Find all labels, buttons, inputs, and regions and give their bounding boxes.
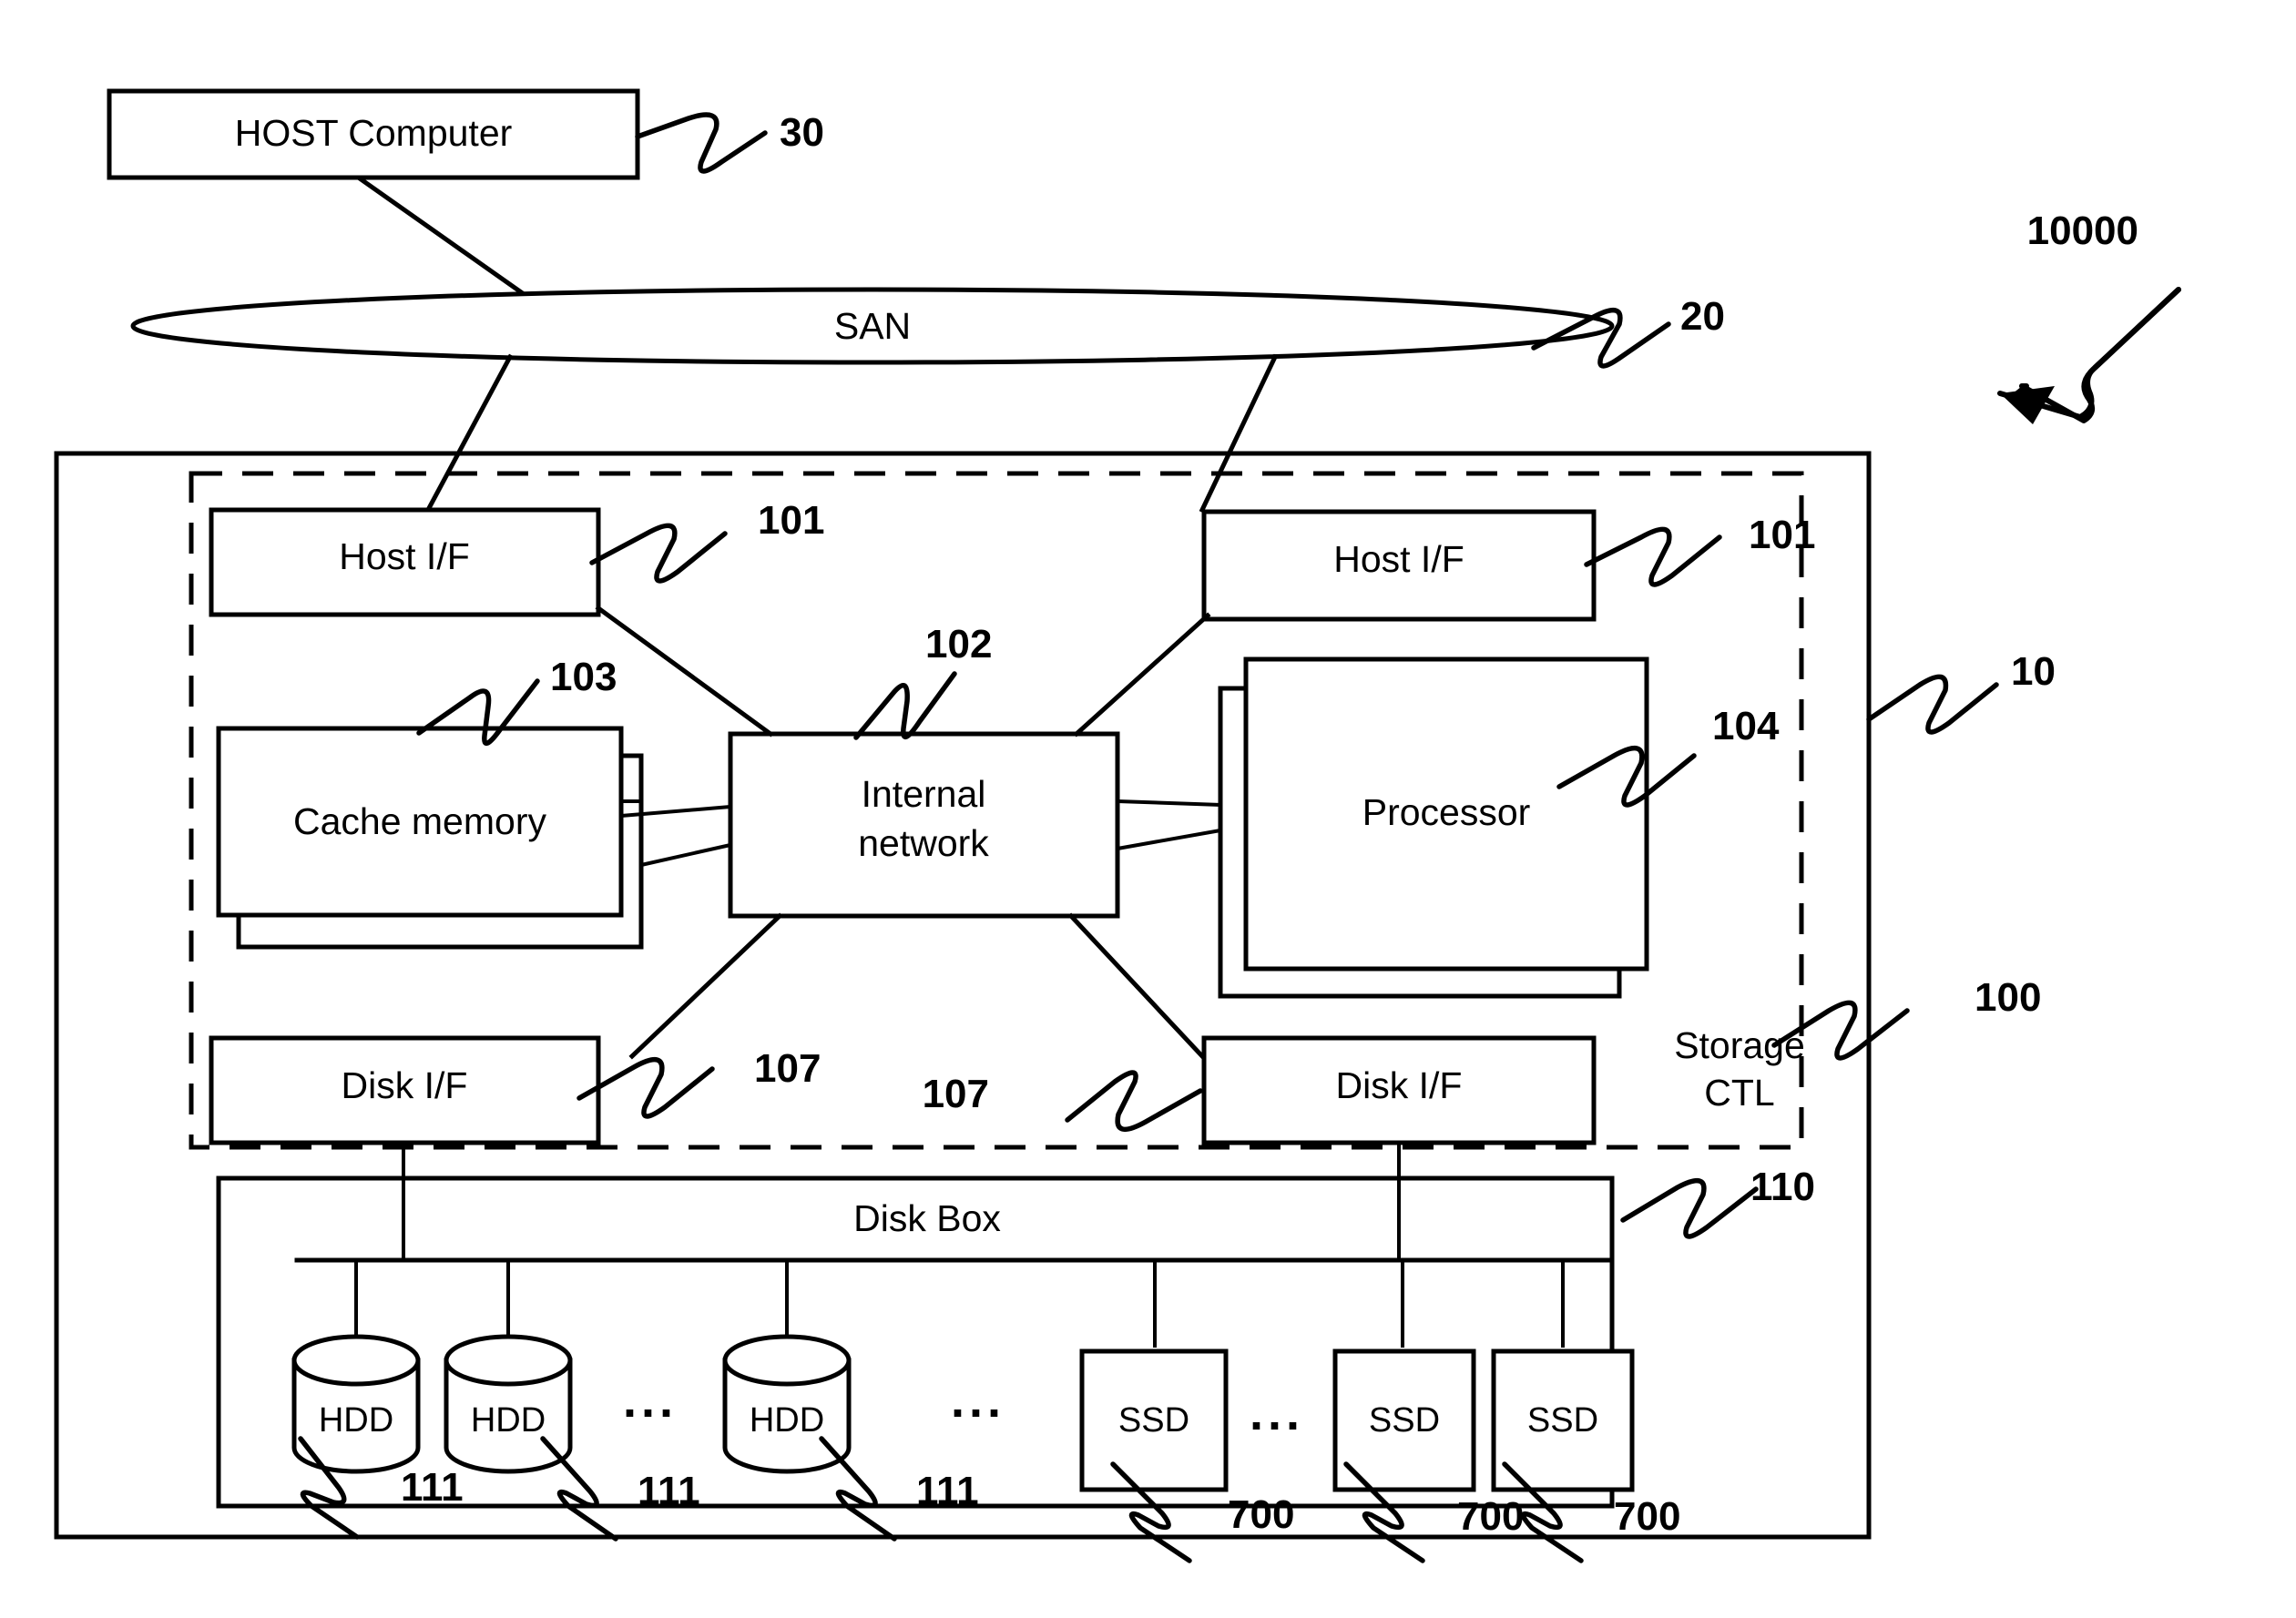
leader-line-internal-network — [853, 671, 957, 740]
ref-numeral-101-left: 101 — [758, 498, 824, 543]
link-internal-network-to-host-if-right — [1073, 612, 1211, 738]
storage-ctl-label-line2: CTL — [1704, 1072, 1774, 1114]
link-san-to-host-if-right — [1199, 353, 1279, 514]
ref-numeral-30: 30 — [780, 110, 824, 155]
link-host-to-san — [356, 175, 536, 304]
patent-figure-canvas: HOST Computer 30 SAN 20 10000 10 Storage… — [0, 0, 2296, 1618]
leader-line-host-if-right — [1584, 526, 1722, 587]
link-san-to-host-if-left — [424, 353, 514, 514]
ref-numeral-10: 10 — [2011, 649, 2056, 694]
hdd-1-label: HDD — [319, 1401, 393, 1440]
host-if-left-label: Host I/F — [339, 535, 470, 577]
leader-line-storage-system — [1866, 674, 1999, 735]
storage-system-block-diagram: HOST Computer 30 SAN 20 10000 10 Storage… — [54, 88, 2181, 1563]
ref-numeral-102: 102 — [925, 622, 992, 667]
link-internal-network-to-host-if-left — [595, 605, 774, 738]
ref-numeral-111-1: 111 — [401, 1465, 464, 1510]
internal-network-label-line1: Internal — [862, 773, 986, 815]
ref-numeral-10000-system: 10000 — [2027, 209, 2138, 253]
ref-numeral-100: 100 — [1975, 975, 2041, 1020]
ref-numeral-101-right: 101 — [1749, 513, 1815, 557]
host-computer-label: HOST Computer — [235, 112, 513, 154]
ref-numeral-104: 104 — [1712, 704, 1780, 748]
processor-label: Processor — [1362, 791, 1531, 833]
ref-numeral-111-3: 111 — [916, 1469, 979, 1513]
link-internal-network-to-processor-b — [1117, 829, 1221, 850]
ref-numeral-20: 20 — [1680, 294, 1725, 339]
disk-if-right-label: Disk I/F — [1336, 1064, 1463, 1106]
ref-numeral-700-1: 700 — [1228, 1492, 1294, 1537]
ref-numeral-103: 103 — [550, 655, 617, 699]
hdd-ellipsis: ... — [623, 1373, 678, 1428]
link-internal-network-to-disk-if-right — [1067, 912, 1206, 1060]
leader-line-disk-if-right — [1065, 1070, 1203, 1132]
cache-memory-label: Cache memory — [293, 800, 546, 842]
leader-line-disk-box — [1620, 1177, 1759, 1239]
ssd-1-label: SSD — [1118, 1401, 1189, 1440]
leader-line-host-computer — [635, 112, 768, 174]
ssd-3-label: SSD — [1527, 1401, 1598, 1440]
disk-box-label: Disk Box — [853, 1197, 1001, 1239]
ref-numeral-110: 110 — [1750, 1165, 1815, 1209]
hdd-ssd-ellipsis: ... — [951, 1373, 1005, 1428]
ref-numeral-107-left: 107 — [754, 1046, 821, 1091]
hdd-2-label: HDD — [471, 1401, 546, 1440]
internal-network-label-line2: network — [858, 822, 989, 864]
disk-if-left-label: Disk I/F — [342, 1064, 468, 1106]
hdd-3-label: HDD — [750, 1401, 824, 1440]
ref-numeral-107-right: 107 — [923, 1072, 989, 1116]
leader-line-host-if-left — [589, 523, 728, 584]
ref-numeral-700-2: 700 — [1457, 1494, 1524, 1539]
storage-ctl-label-line1: Storage — [1674, 1024, 1805, 1066]
ssd-2-label: SSD — [1369, 1401, 1440, 1440]
link-cache-to-internal-network-b — [640, 843, 731, 867]
host-if-right-label: Host I/F — [1333, 538, 1464, 580]
ref-numeral-700-3: 700 — [1614, 1494, 1680, 1539]
san-label: SAN — [834, 305, 911, 347]
ref-numeral-111-2: 111 — [638, 1469, 700, 1513]
ssd-ellipsis: ... — [1250, 1386, 1304, 1440]
link-internal-network-to-disk-if-left — [628, 912, 783, 1060]
